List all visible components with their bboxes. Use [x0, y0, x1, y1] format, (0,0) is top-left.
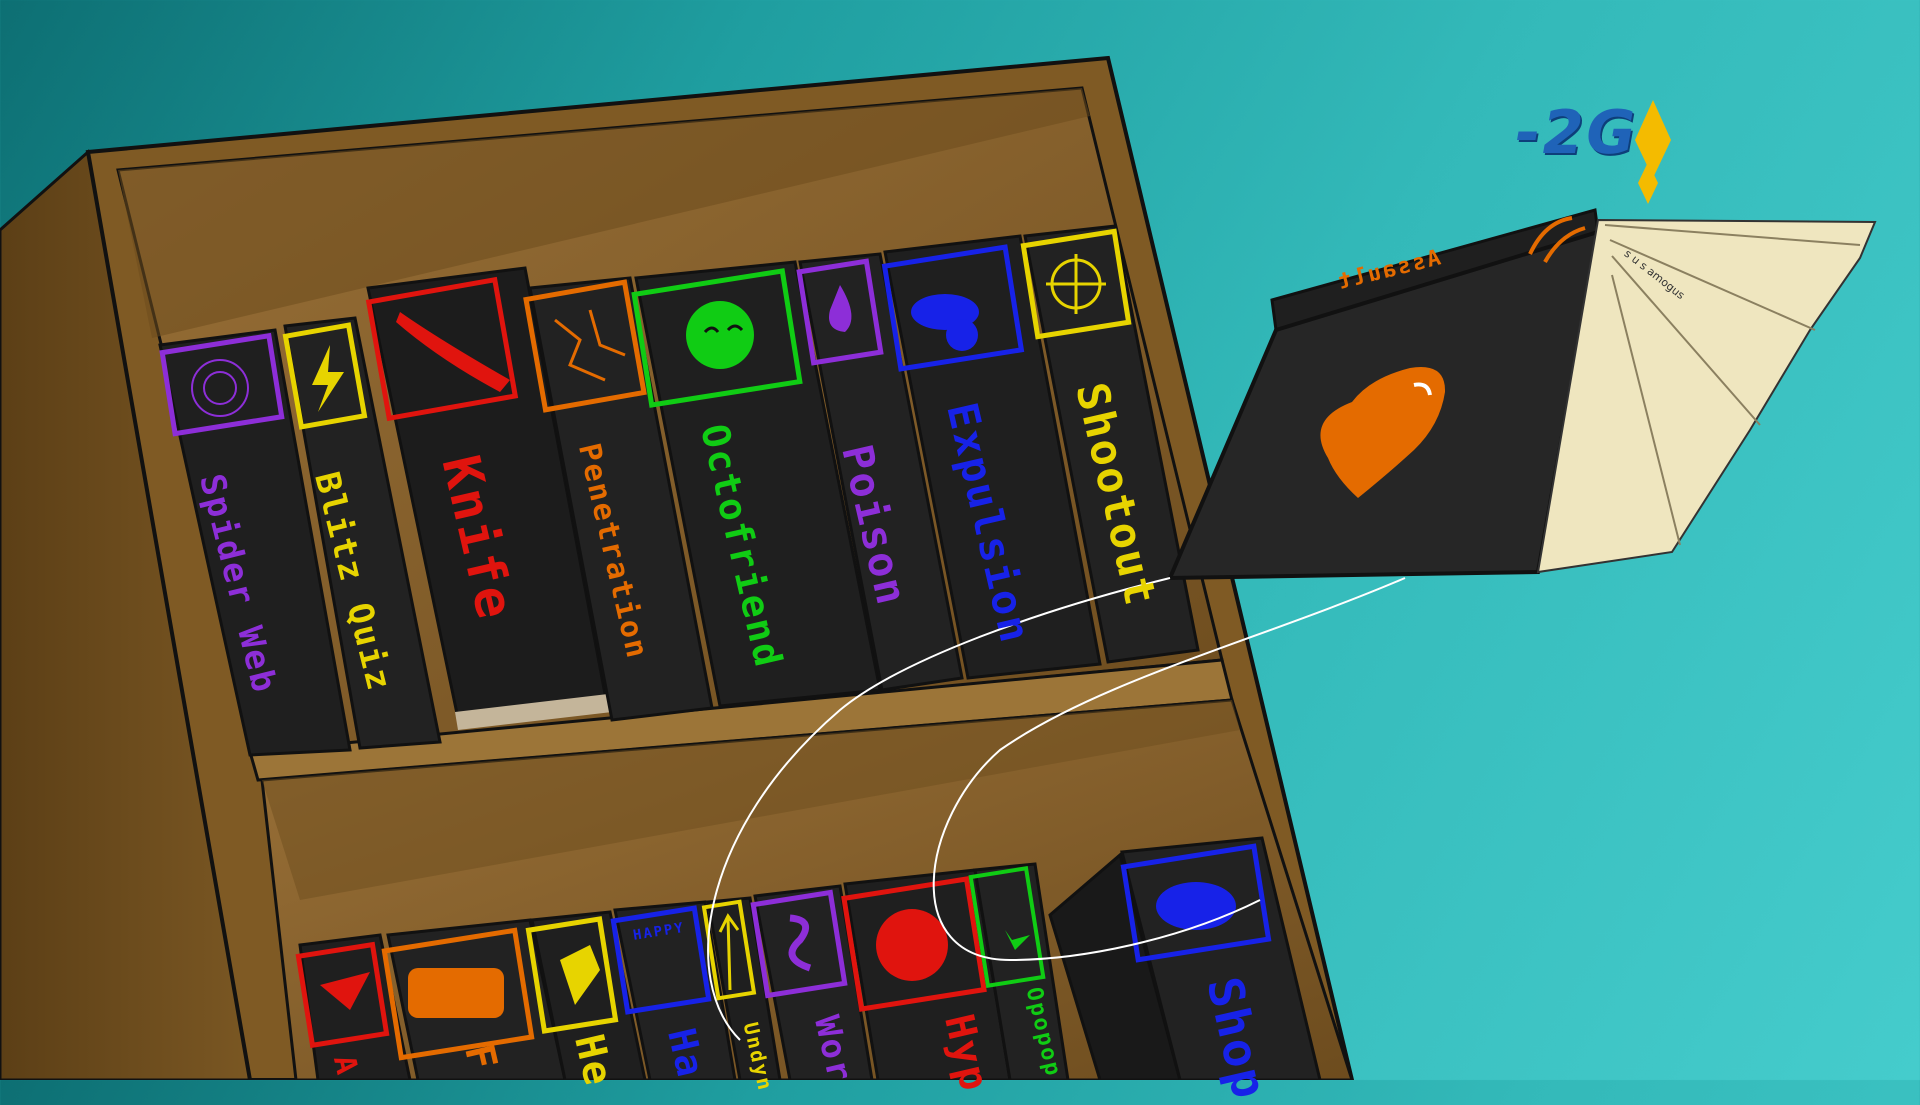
- bookshelf-scene: [0, 55, 1877, 1080]
- book-pages: [1536, 218, 1877, 574]
- sparkle-icon: [1638, 162, 1658, 204]
- cost-label: -2G: [1508, 98, 1644, 168]
